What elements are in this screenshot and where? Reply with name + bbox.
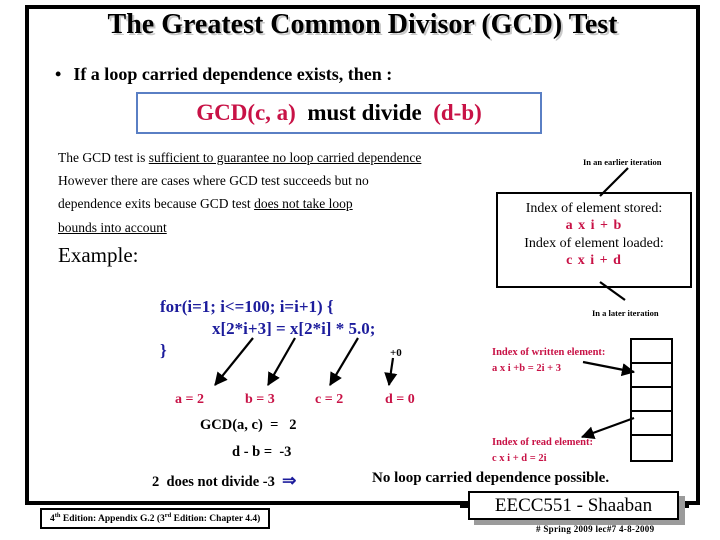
code-line-2: x[2*i+3] = x[2*i] * 5.0; <box>212 318 376 338</box>
memory-cell <box>632 412 671 436</box>
bullet-item: • If a loop carried dependence exists, t… <box>55 64 655 85</box>
memory-cell <box>632 364 671 388</box>
para-line4-underlined: bounds into account <box>58 219 167 235</box>
stored-index-expression: a x i + b <box>565 218 623 234</box>
written-element-label: Index of written element: <box>492 347 606 358</box>
memory-array-diagram <box>630 338 673 462</box>
course-plaque: EECC551 - Shaaban <box>468 491 679 520</box>
conclusion-text: No loop carried dependence possible. <box>372 470 610 486</box>
para-line3-underlined: does not take loop <box>254 196 353 212</box>
difference-equation: d - b = -3 <box>232 444 292 460</box>
edition-post: Edition: Chapter 4.4) <box>171 514 261 525</box>
code-block: for(i=1; i<=100; i=i+1) { x[2*i+3] = x[2… <box>160 296 480 361</box>
loaded-index-expression: c x i + d <box>566 253 622 269</box>
footer-edition-note: 4th Edition: Appendix G.2 (3rd Edition: … <box>40 508 271 530</box>
written-element-expression: a x i +b = 2i + 3 <box>492 362 561 374</box>
read-element-label: Index of read element: <box>492 437 593 448</box>
code-line-3: } <box>160 340 167 360</box>
caption-later-iteration: In a later iteration <box>592 308 659 318</box>
divisibility-text: 2 does not divide -3 <box>152 474 275 490</box>
explanation-paragraph: The GCD test is sufficient to guarantee … <box>58 146 528 239</box>
para-line2: However there are cases where GCD test s… <box>58 173 369 189</box>
written-element-annotation: Index of written element: a x i +b = 2i … <box>492 345 605 377</box>
gcd-statement-box: GCD(c, a) must divide (d-b) <box>136 92 542 134</box>
bullet-marker-icon: • <box>55 64 62 84</box>
value-d: d = 0 <box>385 392 415 407</box>
gcd-divisor-expression: (d-b) <box>433 100 482 125</box>
gcd-must-divide-text: must divide <box>295 100 434 125</box>
footer-date-line: # Spring 2009 lec#7 4-8-2009 <box>536 524 655 534</box>
memory-cell <box>632 436 671 460</box>
read-element-expression: c x i + d = 2i <box>492 452 547 464</box>
gcd-result-equation: GCD(a, c) = 2 <box>200 417 297 433</box>
divisibility-statement: 2 does not divide -3 ⇒ <box>152 471 296 491</box>
example-label: Example: <box>58 243 139 267</box>
memory-cell <box>632 340 671 364</box>
implies-arrow-icon: ⇒ <box>282 471 297 490</box>
para-line3-plain: dependence exits because GCD test <box>58 196 255 212</box>
para-line1-plain: The GCD test is <box>58 150 149 165</box>
page-title: The Greatest Common Divisor (GCD) Test <box>107 9 618 40</box>
caption-earlier-iteration: In an earlier iteration <box>583 157 662 167</box>
value-b: b = 3 <box>245 392 275 407</box>
read-element-annotation: Index of read element: c x i + d = 2i <box>492 435 593 467</box>
value-a: a = 2 <box>175 392 204 407</box>
bullet-text: If a loop carried dependence exists, the… <box>73 64 393 84</box>
slide-canvas: The Greatest Common Divisor (GCD) Test •… <box>0 0 720 540</box>
memory-cell <box>632 388 671 412</box>
loaded-index-label: Index of element loaded: <box>524 236 664 252</box>
coefficient-values-row: a = 2 b = 3 c = 2 d = 0 <box>175 392 475 408</box>
plus-zero-label: +0 <box>390 347 402 359</box>
code-line-1: for(i=1; i<=100; i=i+1) { <box>160 297 334 316</box>
edition-mid: Edition: Appendix G.2 (3 <box>60 514 165 525</box>
value-c: c = 2 <box>315 392 344 407</box>
para-line1-underlined: sufficient to guarantee no loop carried … <box>148 150 422 165</box>
stored-index-label: Index of element stored: <box>525 201 663 216</box>
gcd-expression: GCD(c, a) <box>196 100 296 125</box>
index-definition-box: Index of element stored: a x i + b Index… <box>496 192 692 288</box>
